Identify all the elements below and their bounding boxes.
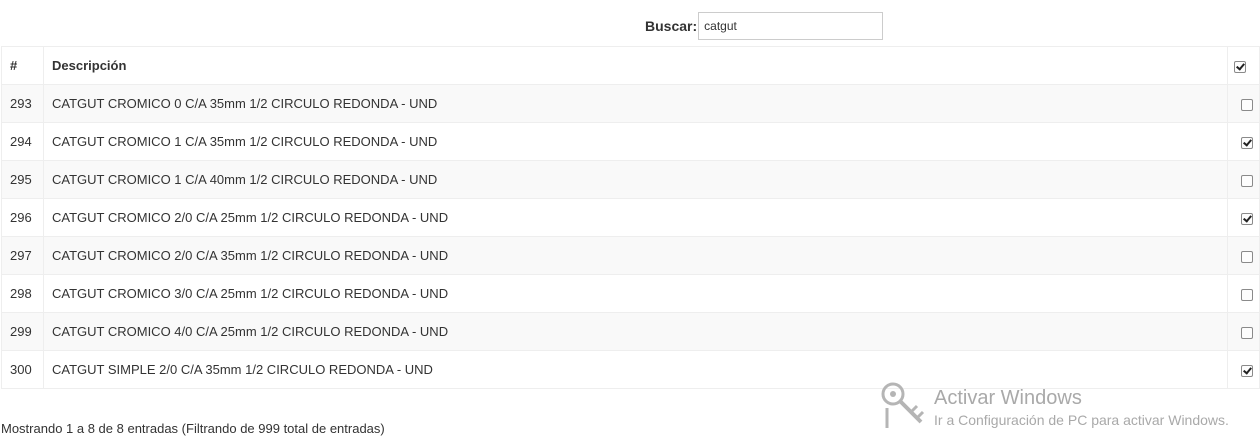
row-description: CATGUT CROMICO 2/0 C/A 25mm 1/2 CIRCULO … <box>43 198 1228 237</box>
search-input[interactable] <box>698 12 884 40</box>
row-description: CATGUT CROMICO 4/0 C/A 25mm 1/2 CIRCULO … <box>43 312 1228 351</box>
table-row[interactable]: 293 CATGUT CROMICO 0 C/A 35mm 1/2 CIRCULO… <box>1 84 1260 123</box>
row-select-checkbox[interactable] <box>1240 250 1253 263</box>
watermark-title: Activar Windows <box>934 387 1082 409</box>
row-description: CATGUT CROMICO 0 C/A 35mm 1/2 CIRCULO RE… <box>43 84 1228 123</box>
row-select-cell <box>1227 312 1260 351</box>
row-select-checkbox[interactable] <box>1240 288 1253 301</box>
row-number: 294 <box>1 122 44 161</box>
watermark-subtitle: Ir a Configuración de PC para activar Wi… <box>934 412 1229 428</box>
row-select-cell <box>1227 198 1260 237</box>
row-number: 297 <box>1 236 44 275</box>
row-description: CATGUT CROMICO 1 C/A 35mm 1/2 CIRCULO RE… <box>43 122 1228 161</box>
table-row[interactable]: 300 CATGUT SIMPLE 2/0 C/A 35mm 1/2 CIRCUL… <box>1 350 1260 389</box>
row-select-checkbox[interactable] <box>1240 326 1253 339</box>
row-select-checkbox[interactable] <box>1240 364 1253 377</box>
row-description: CATGUT CROMICO 3/0 C/A 25mm 1/2 CIRCULO … <box>43 274 1228 313</box>
table-row[interactable]: 298 CATGUT CROMICO 3/0 C/A 25mm 1/2 CIRCU… <box>1 274 1260 313</box>
table-row[interactable]: 296 CATGUT CROMICO 2/0 C/A 25mm 1/2 CIRCU… <box>1 198 1260 237</box>
row-description: CATGUT CROMICO 2/0 C/A 35mm 1/2 CIRCULO … <box>43 236 1228 275</box>
search-label: Buscar: <box>645 18 698 34</box>
row-select-cell <box>1227 160 1260 199</box>
column-header-num[interactable]: # <box>1 46 44 85</box>
row-select-checkbox[interactable] <box>1240 98 1253 111</box>
table-row[interactable]: 294 CATGUT CROMICO 1 C/A 35mm 1/2 CIRCULO… <box>1 122 1260 161</box>
row-select-checkbox[interactable] <box>1240 174 1253 187</box>
row-select-cell <box>1227 350 1260 389</box>
table-header-row: # Descripción <box>1 46 1260 85</box>
table-info: Mostrando 1 a 8 de 8 entradas (Filtrando… <box>1 421 385 436</box>
row-number: 298 <box>1 274 44 313</box>
search-bar: Buscar: <box>645 11 884 41</box>
table-row[interactable]: 295 CATGUT CROMICO 1 C/A 40mm 1/2 CIRCULO… <box>1 160 1260 199</box>
row-select-checkbox[interactable] <box>1240 212 1253 225</box>
row-select-cell <box>1227 122 1260 161</box>
row-number: 293 <box>1 84 44 123</box>
row-select-cell <box>1227 274 1260 313</box>
row-select-cell <box>1227 84 1260 123</box>
table-row[interactable]: 297 CATGUT CROMICO 2/0 C/A 35mm 1/2 CIRCU… <box>1 236 1260 275</box>
column-header-description[interactable]: Descripción <box>43 46 1228 85</box>
row-number: 295 <box>1 160 44 199</box>
table-row[interactable]: 299 CATGUT CROMICO 4/0 C/A 25mm 1/2 CIRCU… <box>1 312 1260 351</box>
results-table: # Descripción 293 CATGUT CROMICO 0 C/A 35… <box>1 46 1260 389</box>
row-select-checkbox[interactable] <box>1240 136 1253 149</box>
row-select-cell <box>1227 236 1260 275</box>
select-all-checkbox[interactable] <box>1234 60 1246 73</box>
row-description: CATGUT SIMPLE 2/0 C/A 35mm 1/2 CIRCULO R… <box>43 350 1228 389</box>
row-number: 300 <box>1 350 44 389</box>
row-number: 296 <box>1 198 44 237</box>
row-number: 299 <box>1 312 44 351</box>
select-all-cell <box>1227 46 1260 85</box>
row-description: CATGUT CROMICO 1 C/A 40mm 1/2 CIRCULO RE… <box>43 160 1228 199</box>
table-body: 293 CATGUT CROMICO 0 C/A 35mm 1/2 CIRCULO… <box>1 84 1260 389</box>
